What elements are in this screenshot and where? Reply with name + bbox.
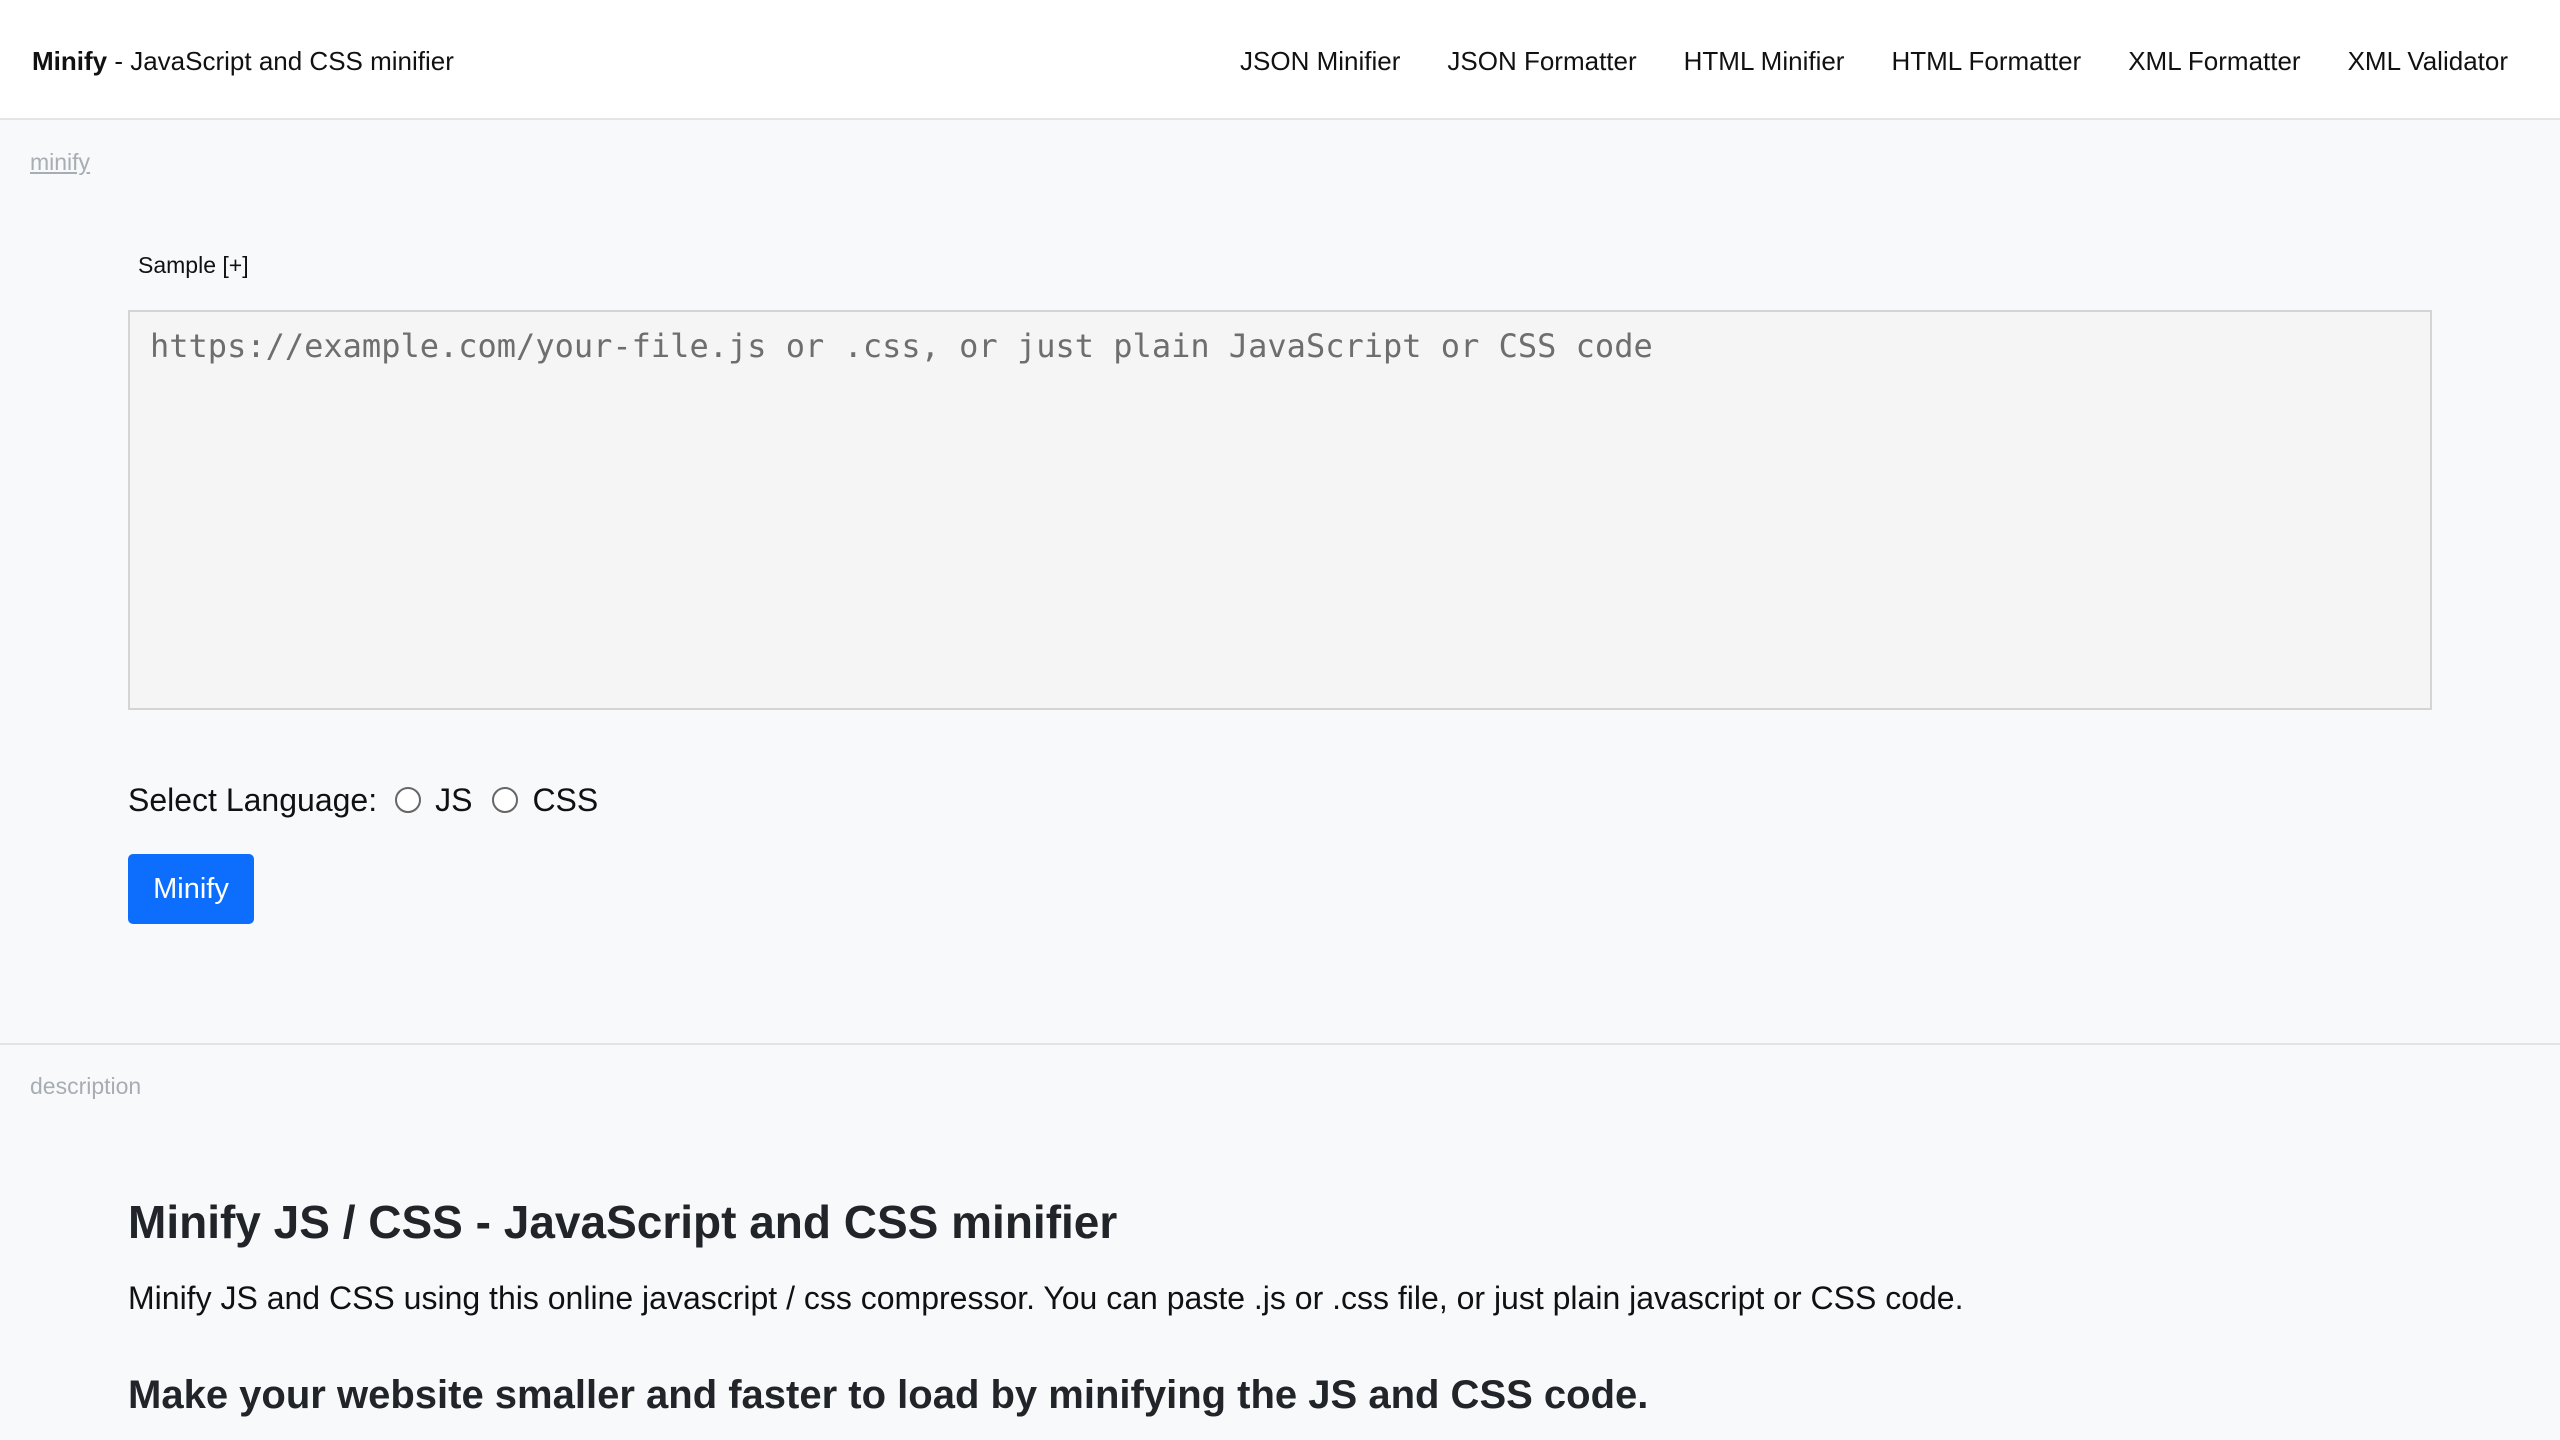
minify-anchor-link[interactable]: minify [30,148,90,176]
brand-tagline: - JavaScript and CSS minifier [107,46,454,76]
minify-button[interactable]: Minify [128,854,254,924]
brand-name: Minify [32,46,108,76]
page-title-rest: - JavaScript and CSS minifier [462,1196,1118,1248]
css-radio[interactable] [492,787,519,813]
nav-link-xml-validator[interactable]: XML Validator [2348,44,2508,78]
js-radio[interactable] [395,787,422,813]
nav-link-json-minifier[interactable]: JSON Minifier [1240,44,1400,78]
nav-links: JSON Minifier JSON Formatter HTML Minifi… [1240,44,2508,78]
language-selector: Select Language: JS CSS [128,780,618,820]
nav-link-xml-formatter[interactable]: XML Formatter [2128,44,2300,78]
page-title-strong: Minify JS / CSS [128,1196,463,1248]
description-section-label: description [30,1073,142,1099]
nav-link-html-minifier[interactable]: HTML Minifier [1684,44,1845,78]
top-navbar: Minify - JavaScript and CSS minifier JSO… [0,0,2560,120]
sample-toggle[interactable]: Sample [+] [138,250,249,280]
css-radio-label: CSS [532,782,599,818]
page-title: Minify JS / CSS - JavaScript and CSS min… [128,1194,1117,1250]
code-input[interactable] [128,310,2432,710]
description-subheading: Make your website smaller and faster to … [128,1373,1649,1417]
nav-link-json-formatter[interactable]: JSON Formatter [1447,44,1636,78]
brand[interactable]: Minify - JavaScript and CSS minifier [32,44,454,78]
language-option-css[interactable]: CSS [492,780,598,820]
js-radio-label: JS [435,782,473,818]
description-text: Minify JS and CSS using this online java… [128,1280,1964,1316]
language-label: Select Language: [128,782,378,818]
language-option-js[interactable]: JS [395,780,472,820]
nav-link-html-formatter[interactable]: HTML Formatter [1891,44,2081,78]
section-divider [0,1043,2560,1045]
